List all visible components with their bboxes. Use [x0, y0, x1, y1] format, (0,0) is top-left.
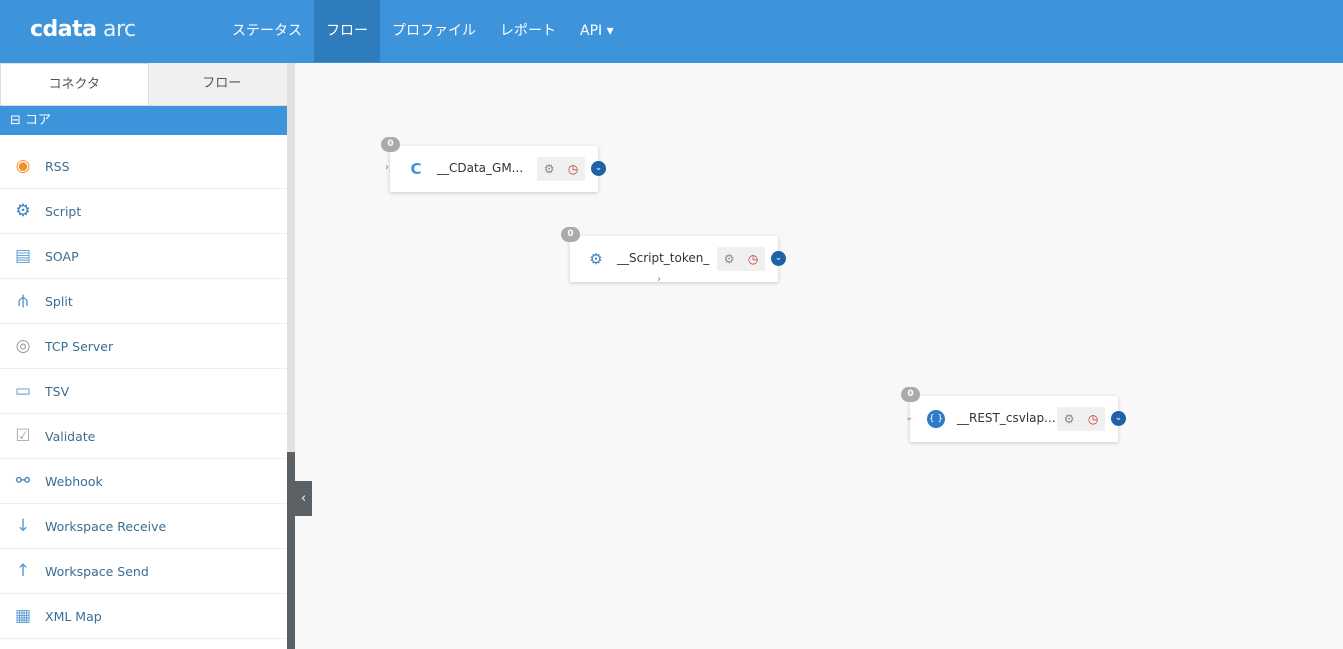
xmlmap-icon: ▦ [14, 606, 32, 626]
soap-icon: ▤ [14, 246, 32, 266]
connector-item[interactable]: ▤ SOAP [0, 234, 287, 279]
flow-node[interactable]: 0 › C __CData_GM... ⚙ ◷ ⌄ [381, 137, 606, 192]
connector-label: SOAP [45, 248, 79, 264]
sidebar-scrollbar[interactable] [287, 63, 295, 649]
clock-icon[interactable]: ◷ [1088, 412, 1098, 426]
chevron-down-icon[interactable]: ⌄ [771, 251, 786, 266]
connector-label: TCP Server [45, 338, 114, 354]
main-nav: ステータス フロー プロファイル レポート API ▾ [220, 0, 626, 62]
connector-item[interactable]: ⫛ Split [0, 279, 287, 324]
clock-icon[interactable]: ◷ [748, 252, 758, 266]
message-count-badge: 0 [561, 227, 580, 242]
message-count-badge: 0 [901, 387, 920, 402]
connector-label: XML Map [45, 608, 102, 624]
nav-flow[interactable]: フロー [314, 0, 380, 62]
nav-api-dropdown[interactable]: API ▾ [568, 0, 626, 62]
upload-icon: ↑ [15, 561, 31, 581]
connector-item[interactable]: ▦ XML Map [0, 594, 287, 639]
connector-item[interactable]: ☑ Validate [0, 414, 287, 459]
output-port[interactable]: › [657, 274, 661, 285]
chevron-down-icon[interactable]: ⌄ [591, 161, 606, 176]
connector-item[interactable]: ⚯ Webhook [0, 459, 287, 504]
top-header: cdata arc ステータス フロー プロファイル レポート API ▾ [0, 0, 1343, 63]
connector-item[interactable]: ◎ TCP Server [0, 324, 287, 369]
rest-icon: { } [926, 409, 946, 429]
node-label: __Script_token_ [617, 251, 710, 265]
rss-icon: ◉ [15, 156, 31, 176]
connector-item[interactable]: ⚙ Script [0, 189, 287, 234]
validate-icon: ☑ [15, 426, 31, 446]
connector-label: Webhook [45, 473, 103, 489]
connector-item[interactable]: ▭ TSV [0, 369, 287, 414]
tcp-icon: ◎ [15, 336, 31, 356]
clock-icon[interactable]: ◷ [568, 162, 578, 176]
message-count-badge: 0 [381, 137, 400, 152]
script-icon: ⚙ [15, 201, 31, 221]
tab-connectors[interactable]: コネクタ [0, 63, 149, 105]
category-core-header[interactable]: ⊟ コア [0, 106, 295, 135]
connector-label: Validate [45, 428, 96, 444]
connector-item[interactable]: ◉ RSS [0, 144, 287, 189]
sidebar: コネクタ フロー ⊟ コア ◉ RSS ⚙ Script ▤ SOAP ⫛ Split ◎ TCP… [0, 63, 295, 649]
chevron-down-icon[interactable]: ⌄ [1111, 411, 1126, 426]
connector-label: Workspace Send [45, 563, 149, 579]
connector-label: Split [45, 293, 73, 309]
nav-reports[interactable]: レポート [488, 0, 568, 62]
tab-flows[interactable]: フロー [148, 63, 295, 105]
tsv-icon: ▭ [14, 381, 32, 401]
logo[interactable]: cdata arc [30, 17, 136, 42]
connector-label: Workspace Receive [45, 518, 167, 534]
node-label: __CData_GM... [437, 161, 524, 175]
connector-label: Script [45, 203, 82, 219]
input-port[interactable]: › [385, 162, 389, 173]
split-icon: ⫛ [17, 291, 29, 311]
cdata-icon: C [410, 160, 422, 178]
gear-icon[interactable]: ⚙ [544, 162, 555, 176]
gear-icon[interactable]: ⚙ [1064, 412, 1075, 426]
gear-icon[interactable]: ⚙ [724, 252, 735, 266]
node-label: __REST_csvlap... [957, 411, 1056, 425]
script-icon: ⚙ [589, 250, 603, 268]
scrollbar-thumb[interactable] [287, 452, 295, 649]
connector-item[interactable]: ↑ Workspace Send [0, 549, 287, 594]
download-icon: ↓ [15, 516, 31, 536]
nav-status[interactable]: ステータス [220, 0, 314, 62]
collapse-sidebar-button[interactable]: ‹ [295, 481, 312, 516]
input-port[interactable]: ⌄ [905, 412, 913, 423]
connector-list: ◉ RSS ⚙ Script ▤ SOAP ⫛ Split ◎ TCP Server ▭ TSV ☑ Va… [0, 144, 287, 639]
flow-node[interactable]: 0 ⌄ { } __REST_csvlap... ⚙ ◷ ⌄ [901, 387, 1126, 442]
nav-profile[interactable]: プロファイル [380, 0, 488, 62]
connector-label: RSS [45, 158, 70, 174]
webhook-icon: ⚯ [15, 471, 31, 491]
connector-item[interactable]: ↓ Workspace Receive [0, 504, 287, 549]
flow-node[interactable]: 0 › ⚙ __Script_token_ ⚙ ◷ ⌄ [561, 227, 786, 285]
connector-label: TSV [45, 383, 70, 399]
